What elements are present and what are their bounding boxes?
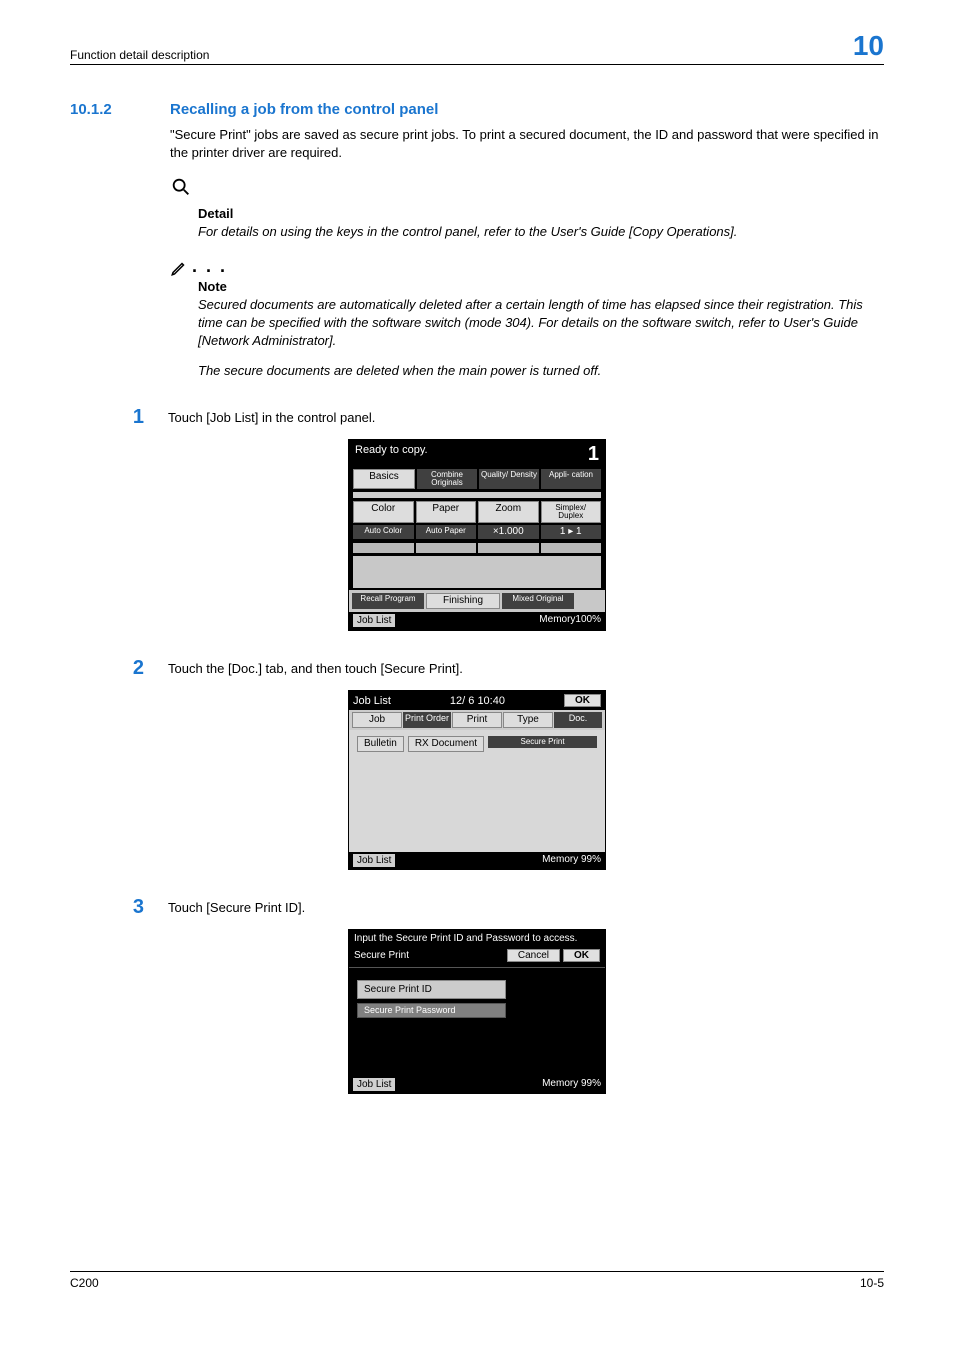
panel3-title: Input the Secure Print ID and Password t… bbox=[349, 930, 605, 948]
step-number: 1 bbox=[130, 406, 144, 429]
ok-button[interactable]: OK bbox=[563, 949, 600, 962]
step-2: 2 Touch the [Doc.] tab, and then touch [… bbox=[130, 657, 884, 680]
val-simplex[interactable]: 1 ▸ 1 bbox=[541, 525, 602, 539]
note-callout: . . . Note Secured documents are automat… bbox=[170, 256, 884, 381]
btn-bulletin[interactable]: Bulletin bbox=[357, 736, 404, 752]
memory-status: Memory 99% bbox=[542, 854, 601, 867]
btn-mixed-original[interactable]: Mixed Original bbox=[502, 593, 574, 609]
panel2-datetime: 12/ 6 10:40 bbox=[450, 695, 505, 707]
note-dots: . . . bbox=[192, 256, 227, 277]
val-auto-color[interactable]: Auto Color bbox=[353, 525, 414, 539]
cancel-button[interactable]: Cancel bbox=[507, 949, 560, 962]
btn-secure-print[interactable]: Secure Print bbox=[488, 736, 597, 748]
section-title: Recalling a job from the control panel bbox=[170, 101, 438, 118]
note-text-2: The secure documents are deleted when th… bbox=[198, 362, 884, 380]
tab-print-order[interactable]: Print Order bbox=[403, 712, 451, 728]
memory-status: Memory 99% bbox=[542, 1078, 601, 1091]
panel3-subtitle: Secure Print bbox=[354, 950, 409, 961]
btn-recall-program[interactable]: Recall Program bbox=[352, 593, 424, 609]
btn-finishing[interactable]: Finishing bbox=[426, 593, 500, 609]
header-breadcrumb: Function detail description bbox=[70, 48, 209, 62]
page-footer: C200 10-5 bbox=[70, 1271, 884, 1290]
step-text: Touch [Secure Print ID]. bbox=[168, 896, 884, 919]
tab-type[interactable]: Type bbox=[503, 712, 553, 728]
step-1: 1 Touch [Job List] in the control panel. bbox=[130, 406, 884, 429]
detail-label: Detail bbox=[198, 206, 884, 221]
pen-icon: . . . bbox=[170, 256, 884, 277]
job-list-panel: Job List 12/ 6 10:40 OK Job Print Order … bbox=[348, 690, 606, 870]
tab-quality-density[interactable]: Quality/ Density bbox=[479, 469, 539, 489]
tab-combine-originals[interactable]: Combine Originals bbox=[417, 469, 477, 489]
secure-print-panel: Input the Secure Print ID and Password t… bbox=[348, 929, 606, 1094]
secure-print-id-field[interactable]: Secure Print ID bbox=[357, 980, 506, 999]
tab-job-list[interactable]: Job List bbox=[353, 854, 395, 867]
note-label: Note bbox=[198, 279, 884, 294]
secure-print-password-field[interactable]: Secure Print Password bbox=[357, 1003, 506, 1018]
note-text-1: Secured documents are automatically dele… bbox=[198, 296, 884, 351]
panel2-title: Job List bbox=[353, 695, 391, 707]
footer-page: 10-5 bbox=[860, 1276, 884, 1290]
tab-print[interactable]: Print bbox=[452, 712, 502, 728]
chapter-number: 10 bbox=[853, 30, 884, 62]
tab-job[interactable]: Job bbox=[352, 712, 402, 728]
tab-job-list[interactable]: Job List bbox=[353, 1078, 395, 1091]
control-panel-copy: Ready to copy. 1 Basics Combine Original… bbox=[348, 439, 606, 631]
btn-rx-document[interactable]: RX Document bbox=[408, 736, 484, 752]
btn-paper[interactable]: Paper bbox=[416, 501, 477, 523]
tab-application[interactable]: Appli- cation bbox=[541, 469, 601, 489]
btn-zoom[interactable]: Zoom bbox=[478, 501, 539, 523]
btn-color[interactable]: Color bbox=[353, 501, 414, 523]
step-number: 2 bbox=[130, 657, 144, 680]
tab-basics[interactable]: Basics bbox=[353, 469, 415, 489]
page-header: Function detail description 10 bbox=[70, 30, 884, 65]
step-3: 3 Touch [Secure Print ID]. bbox=[130, 896, 884, 919]
detail-text: For details on using the keys in the con… bbox=[198, 223, 884, 241]
copy-counter: 1 bbox=[588, 444, 599, 464]
ok-button[interactable]: OK bbox=[564, 694, 601, 707]
intro-paragraph: "Secure Print" jobs are saved as secure … bbox=[170, 126, 884, 162]
tab-doc[interactable]: Doc. bbox=[554, 712, 602, 728]
footer-model: C200 bbox=[70, 1276, 99, 1290]
step-text: Touch [Job List] in the control panel. bbox=[168, 406, 884, 429]
step-text: Touch the [Doc.] tab, and then touch [Se… bbox=[168, 657, 884, 680]
val-auto-paper[interactable]: Auto Paper bbox=[416, 525, 477, 539]
detail-callout: Detail For details on using the keys in … bbox=[170, 176, 884, 241]
val-zoom[interactable]: ×1.000 bbox=[478, 525, 539, 539]
panel1-title: Ready to copy. bbox=[355, 444, 428, 464]
section-number: 10.1.2 bbox=[70, 101, 140, 118]
btn-simplex-duplex[interactable]: Simplex/ Duplex bbox=[541, 501, 602, 523]
magnifier-icon bbox=[170, 176, 884, 204]
step-number: 3 bbox=[130, 896, 144, 919]
memory-status: Memory100% bbox=[539, 614, 601, 627]
tab-job-list[interactable]: Job List bbox=[353, 614, 395, 627]
section-heading: 10.1.2 Recalling a job from the control … bbox=[70, 101, 884, 118]
